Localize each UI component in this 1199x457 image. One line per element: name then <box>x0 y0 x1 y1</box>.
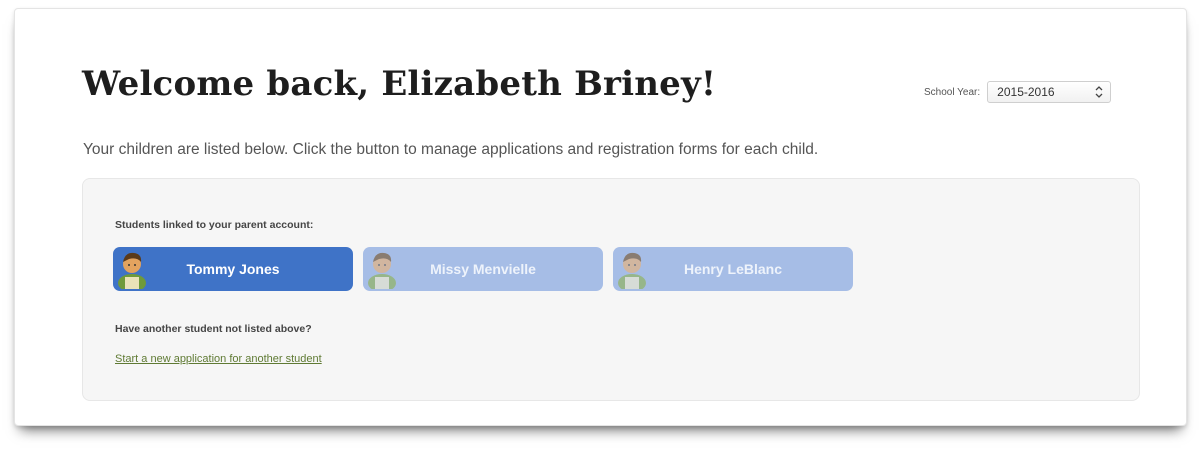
students-panel: Students linked to your parent account: … <box>82 178 1140 401</box>
school-year-label: School Year: <box>924 86 981 98</box>
student-name: Missy Menvielle <box>430 261 536 277</box>
school-year-selector: School Year: 2015-2016 <box>924 80 1112 104</box>
new-application-link[interactable]: Start a new application for another stud… <box>115 353 322 365</box>
student-avatar-icon <box>368 252 396 289</box>
student-button-henry-leblanc[interactable]: Henry LeBlanc <box>613 247 853 291</box>
page-title: Welcome back, Elizabeth Briney! <box>82 64 717 104</box>
student-button-missy-menvielle[interactable]: Missy Menvielle <box>363 247 603 291</box>
screenshot-stage: Welcome back, Elizabeth Briney! School Y… <box>0 0 1199 457</box>
intro-text: Your children are listed below. Click th… <box>83 141 819 158</box>
student-avatar-icon <box>618 252 646 289</box>
school-year-select[interactable]: 2015-2016 <box>987 81 1112 103</box>
student-name: Tommy Jones <box>186 261 280 277</box>
student-avatar-icon <box>118 252 146 289</box>
student-name: Henry LeBlanc <box>683 261 783 277</box>
student-button-tommy-jones[interactable]: Tommy Jones <box>113 247 353 291</box>
other-student-heading: Have another student not listed above? <box>115 323 312 335</box>
chevron-updown-icon <box>1092 85 1106 99</box>
students-heading: Students linked to your parent account: <box>115 219 314 231</box>
school-year-value: 2015-2016 <box>997 85 1055 99</box>
